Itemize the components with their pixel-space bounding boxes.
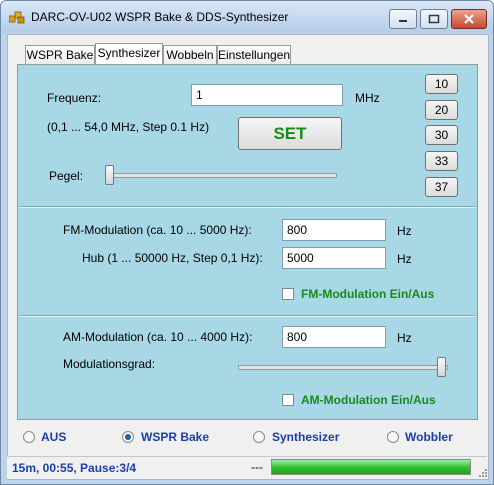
synthesizer-panel: Frequenz: MHz (0,1 ... 54,0 MHz, Step 0.… (17, 64, 478, 420)
fm-enable-label[interactable]: FM-Modulation Ein/Aus (301, 287, 434, 301)
frequency-unit: MHz (355, 91, 380, 105)
fm-modulation-input[interactable] (282, 219, 386, 241)
preset-20-button[interactable]: 20 (425, 100, 458, 120)
mode-wobbler-label[interactable]: Wobbler (405, 430, 453, 444)
preset-33-button[interactable]: 33 (425, 151, 458, 171)
am-enable-label[interactable]: AM-Modulation Ein/Aus (301, 393, 436, 407)
maximize-icon (428, 14, 440, 24)
preset-37-button[interactable]: 37 (425, 177, 458, 197)
set-button[interactable]: SET (238, 117, 342, 150)
am-modulation-label: AM-Modulation (ca. 10 ... 4000 Hz): (63, 330, 253, 344)
mode-wspr-bake-label[interactable]: WSPR Bake (141, 430, 209, 444)
minimize-icon (399, 20, 407, 22)
status-dashes: --- (251, 460, 263, 474)
fm-hub-label: Hub (1 ... 50000 Hz, Step 0,1 Hz): (82, 251, 263, 265)
title-bar[interactable]: DARC-OV-U02 WSPR Bake & DDS-Synthesizer (1, 1, 493, 33)
tab-wspr-bake[interactable]: WSPR Bake (25, 45, 95, 64)
frequency-input[interactable] (191, 84, 343, 106)
mode-wspr-bake-radio[interactable] (122, 431, 134, 443)
preset-10-button[interactable]: 10 (425, 74, 458, 94)
minimize-button[interactable] (389, 9, 417, 29)
progress-fill (272, 460, 470, 474)
mode-aus-radio[interactable] (23, 431, 35, 443)
mode-wobbler-radio[interactable] (387, 431, 399, 443)
app-icon (9, 11, 25, 24)
mode-synthesizer-label[interactable]: Synthesizer (272, 430, 339, 444)
am-modulation-unit: Hz (397, 331, 412, 345)
mode-aus-label[interactable]: AUS (41, 430, 66, 444)
fm-modulation-unit: Hz (397, 224, 412, 238)
am-grad-slider-track[interactable] (238, 365, 448, 370)
am-modulation-input[interactable] (282, 326, 386, 348)
close-button[interactable] (451, 9, 487, 29)
progress-bar (271, 459, 471, 475)
status-text: 15m, 00:55, Pause:3/4 (12, 461, 137, 475)
frequency-label: Frequenz: (47, 91, 102, 105)
fm-hub-input[interactable] (282, 247, 386, 269)
divider (20, 206, 475, 208)
main-window: DARC-OV-U02 WSPR Bake & DDS-Synthesizer … (0, 0, 494, 485)
tab-synthesizer[interactable]: Synthesizer (95, 43, 163, 64)
pegel-slider-thumb[interactable] (105, 165, 114, 185)
am-grad-slider-thumb[interactable] (437, 357, 446, 377)
close-icon (464, 14, 474, 24)
am-grad-label: Modulationsgrad: (63, 357, 156, 371)
pegel-label: Pegel: (49, 169, 84, 183)
window-title: DARC-OV-U02 WSPR Bake & DDS-Synthesizer (31, 10, 289, 24)
am-enable-checkbox[interactable] (282, 394, 294, 406)
resize-grip-icon[interactable] (477, 467, 489, 479)
tab-wobbeln[interactable]: Wobbeln (163, 45, 217, 64)
fm-modulation-label: FM-Modulation (ca. 10 ... 5000 Hz): (63, 223, 252, 237)
pegel-slider-track[interactable] (105, 173, 337, 178)
tab-einstellungen[interactable]: Einstellungen (217, 45, 291, 64)
frequency-range-hint: (0,1 ... 54,0 MHz, Step 0.1 Hz) (47, 120, 210, 134)
divider (20, 315, 475, 317)
maximize-button[interactable] (420, 9, 448, 29)
preset-30-button[interactable]: 30 (425, 125, 458, 145)
mode-synthesizer-radio[interactable] (253, 431, 265, 443)
fm-hub-unit: Hz (397, 252, 412, 266)
fm-enable-checkbox[interactable] (282, 288, 294, 300)
